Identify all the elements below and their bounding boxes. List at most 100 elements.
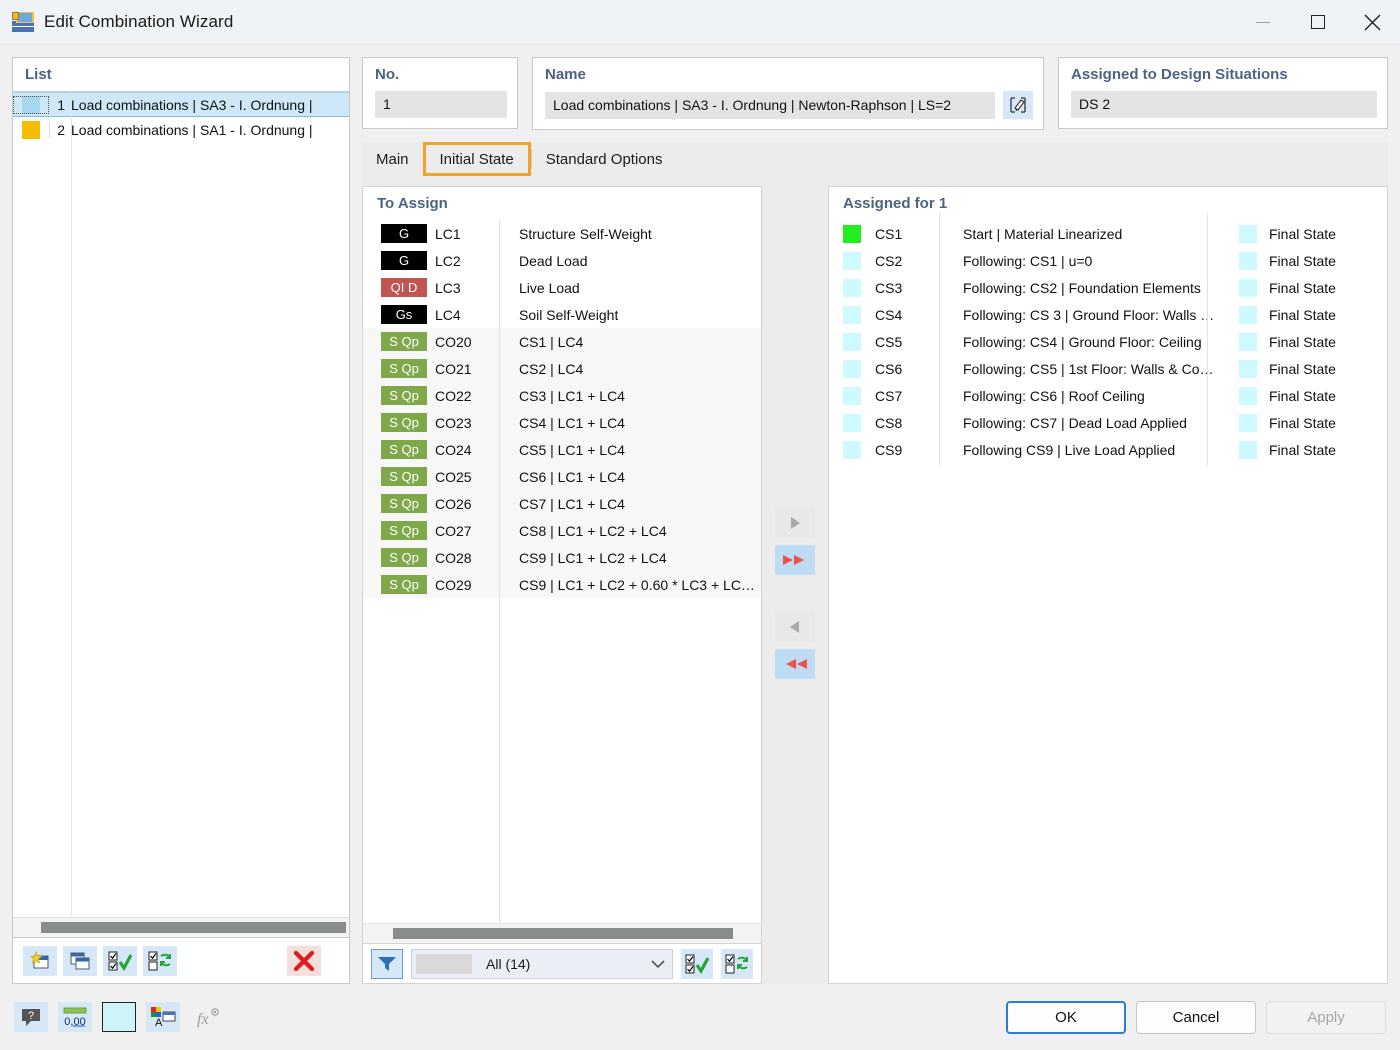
assigned-row[interactable]: CS2Following: CS1 | u=0Final State [829, 247, 1387, 274]
svg-text:A: A [155, 1017, 163, 1028]
to-assign-row[interactable]: S QpCO24CS5 | LC1 + LC4 [363, 436, 761, 463]
assign-single-button[interactable] [775, 508, 815, 538]
filter-combobox[interactable]: All (14) [411, 949, 673, 979]
number-input[interactable]: 1 [375, 91, 507, 118]
tab-main[interactable]: Main [362, 142, 423, 176]
assigned-row[interactable]: CS9Following CS9 | Live Load AppliedFina… [829, 436, 1387, 463]
edit-pencil-icon[interactable] [1003, 91, 1033, 119]
invert-selection-button[interactable] [143, 946, 177, 976]
to-assign-row[interactable]: S QpCO21CS2 | LC4 [363, 355, 761, 382]
assigned-row[interactable]: CS3Following: CS2 | Foundation ElementsF… [829, 274, 1387, 301]
design-situations-value[interactable]: DS 2 [1071, 91, 1377, 118]
load-case-badge: S Qp [381, 359, 427, 378]
unassign-all-button[interactable] [775, 649, 815, 679]
to-assign-row[interactable]: S Qp CO27CS8 | LC1 + LC2 + LC4 [363, 517, 761, 544]
filter-invert-selection-button[interactable] [721, 949, 753, 979]
load-case-badge: S Qp [381, 521, 427, 540]
close-button[interactable] [1345, 0, 1400, 45]
assigned-row[interactable]: CS6Following: CS5 | 1st Floor: Walls & C… [829, 355, 1387, 382]
list-panel: List 1 Load combinations | SA3 - I. Ordn… [12, 57, 350, 938]
unassign-single-button[interactable] [775, 612, 815, 642]
assigned-color-swatch [843, 225, 861, 243]
load-case-badge: S Qp [381, 332, 427, 351]
load-case-badge: S Qp [381, 548, 427, 567]
filter-check-all-button[interactable] [681, 949, 713, 979]
list-item[interactable]: 1 Load combinations | SA3 - I. Ordnung | [13, 92, 349, 117]
final-state-color-swatch [1239, 414, 1257, 432]
copy-combination-button[interactable] [63, 946, 97, 976]
assigned-list[interactable]: CS1Start | Material LinearizedFinal Stat… [829, 220, 1387, 463]
assigned-description: Following: CS4 | Ground Floor: Ceiling [955, 334, 1223, 350]
assigned-row[interactable]: CS4Following: CS 3 | Ground Floor: Walls… [829, 301, 1387, 328]
to-assign-description: Dead Load [513, 253, 588, 269]
final-state-label: Final State [1269, 280, 1336, 296]
to-assign-description: CS6 | LC1 + LC4 [513, 469, 625, 485]
to-assign-code: CO26 [435, 496, 513, 512]
to-assign-row[interactable]: GsLC4Soil Self-Weight [363, 301, 761, 328]
final-state-color-swatch [1239, 279, 1257, 297]
display-properties-button[interactable]: A [146, 1002, 180, 1032]
to-assign-row[interactable]: S QpCO22CS3 | LC1 + LC4 [363, 382, 761, 409]
assigned-row[interactable]: CS1Start | Material LinearizedFinal Stat… [829, 220, 1387, 247]
select-all-button[interactable] [103, 946, 137, 976]
new-combination-button[interactable] [23, 946, 57, 976]
list-toolbar [12, 938, 350, 984]
filter-funnel-icon[interactable] [371, 949, 403, 979]
load-case-badge: S Qp [381, 467, 427, 486]
to-assign-description: CS7 | LC1 + LC4 [513, 496, 625, 512]
to-assign-code: CO27 [435, 523, 513, 539]
tab-panel-initial-state: To Assign GLC1Structure Self-WeightGLC2D… [362, 176, 1388, 984]
final-state-label: Final State [1269, 226, 1336, 242]
to-assign-row[interactable]: GLC1Structure Self-Weight [363, 220, 761, 247]
tab-standard-options[interactable]: Standard Options [532, 142, 677, 176]
assigned-row[interactable]: CS8Following: CS7 | Dead Load AppliedFin… [829, 409, 1387, 436]
to-assign-row[interactable]: S QpCO29CS9 | LC1 + LC2 + 0.60 * LC3 + L… [363, 571, 761, 598]
window-title: Edit Combination Wizard [44, 12, 1235, 32]
list-item[interactable]: 2 Load combinations | SA1 - I. Ordnung | [13, 117, 349, 142]
list-item-number: 2 [49, 122, 71, 138]
ok-button[interactable]: OK [1006, 1001, 1126, 1034]
cancel-button[interactable]: Cancel [1136, 1001, 1256, 1034]
svg-text:?: ? [28, 1010, 34, 1022]
to-assign-row[interactable]: S QpCO26CS7 | LC1 + LC4 [363, 490, 761, 517]
minimize-button[interactable] [1235, 0, 1290, 45]
number-field-group: No. 1 [362, 57, 518, 129]
chevron-down-icon[interactable] [644, 959, 672, 969]
maximize-button[interactable] [1290, 0, 1345, 45]
assigned-description: Following: CS1 | u=0 [955, 253, 1223, 269]
to-assign-code: CO28 [435, 550, 513, 566]
to-assign-panel: To Assign GLC1Structure Self-WeightGLC2D… [362, 186, 762, 944]
to-assign-code: LC1 [435, 226, 513, 242]
to-assign-row[interactable]: GLC2Dead Load [363, 247, 761, 274]
to-assign-row[interactable]: S QpCO23CS4 | LC1 + LC4 [363, 409, 761, 436]
to-assign-list[interactable]: GLC1Structure Self-WeightGLC2Dead LoadQI… [363, 220, 761, 923]
decimal-places-button[interactable]: 0,00 [58, 1002, 92, 1032]
assigned-code: CS7 [875, 388, 955, 404]
assigned-row[interactable]: CS7Following: CS6 | Roof CeilingFinal St… [829, 382, 1387, 409]
to-assign-row[interactable]: S QpCO20CS1 | LC4 [363, 328, 761, 355]
list-horizontal-scrollbar[interactable] [13, 917, 349, 937]
color-swatch-button[interactable] [102, 1002, 136, 1032]
name-input[interactable]: Load combinations | SA3 - I. Ordnung | N… [545, 92, 995, 119]
help-button[interactable]: ? [14, 1002, 48, 1032]
assigned-color-swatch [843, 252, 861, 270]
transfer-buttons-column [762, 186, 828, 984]
to-assign-description: CS8 | LC1 + LC2 + LC4 [513, 523, 667, 539]
tab-initial-state[interactable]: Initial State [423, 142, 531, 176]
delete-combination-button[interactable] [287, 946, 321, 976]
assigned-color-swatch [843, 360, 861, 378]
formula-button[interactable]: fx [190, 1002, 224, 1032]
to-assign-row[interactable]: S QpCO25CS6 | LC1 + LC4 [363, 463, 761, 490]
assigned-color-swatch [843, 387, 861, 405]
assigned-code: CS8 [875, 415, 955, 431]
to-assign-horizontal-scrollbar[interactable] [363, 923, 761, 943]
title-bar: Edit Combination Wizard [0, 0, 1400, 45]
assigned-row[interactable]: CS5Following: CS4 | Ground Floor: Ceilin… [829, 328, 1387, 355]
assign-all-button[interactable] [775, 545, 815, 575]
to-assign-row[interactable]: S QpCO28CS9 | LC1 + LC2 + LC4 [363, 544, 761, 571]
assigned-code: CS9 [875, 442, 955, 458]
load-case-badge: Gs [381, 305, 427, 324]
assigned-code: CS2 [875, 253, 955, 269]
filter-selected-option: All (14) [472, 956, 644, 972]
to-assign-row[interactable]: QI DLC3Live Load [363, 274, 761, 301]
